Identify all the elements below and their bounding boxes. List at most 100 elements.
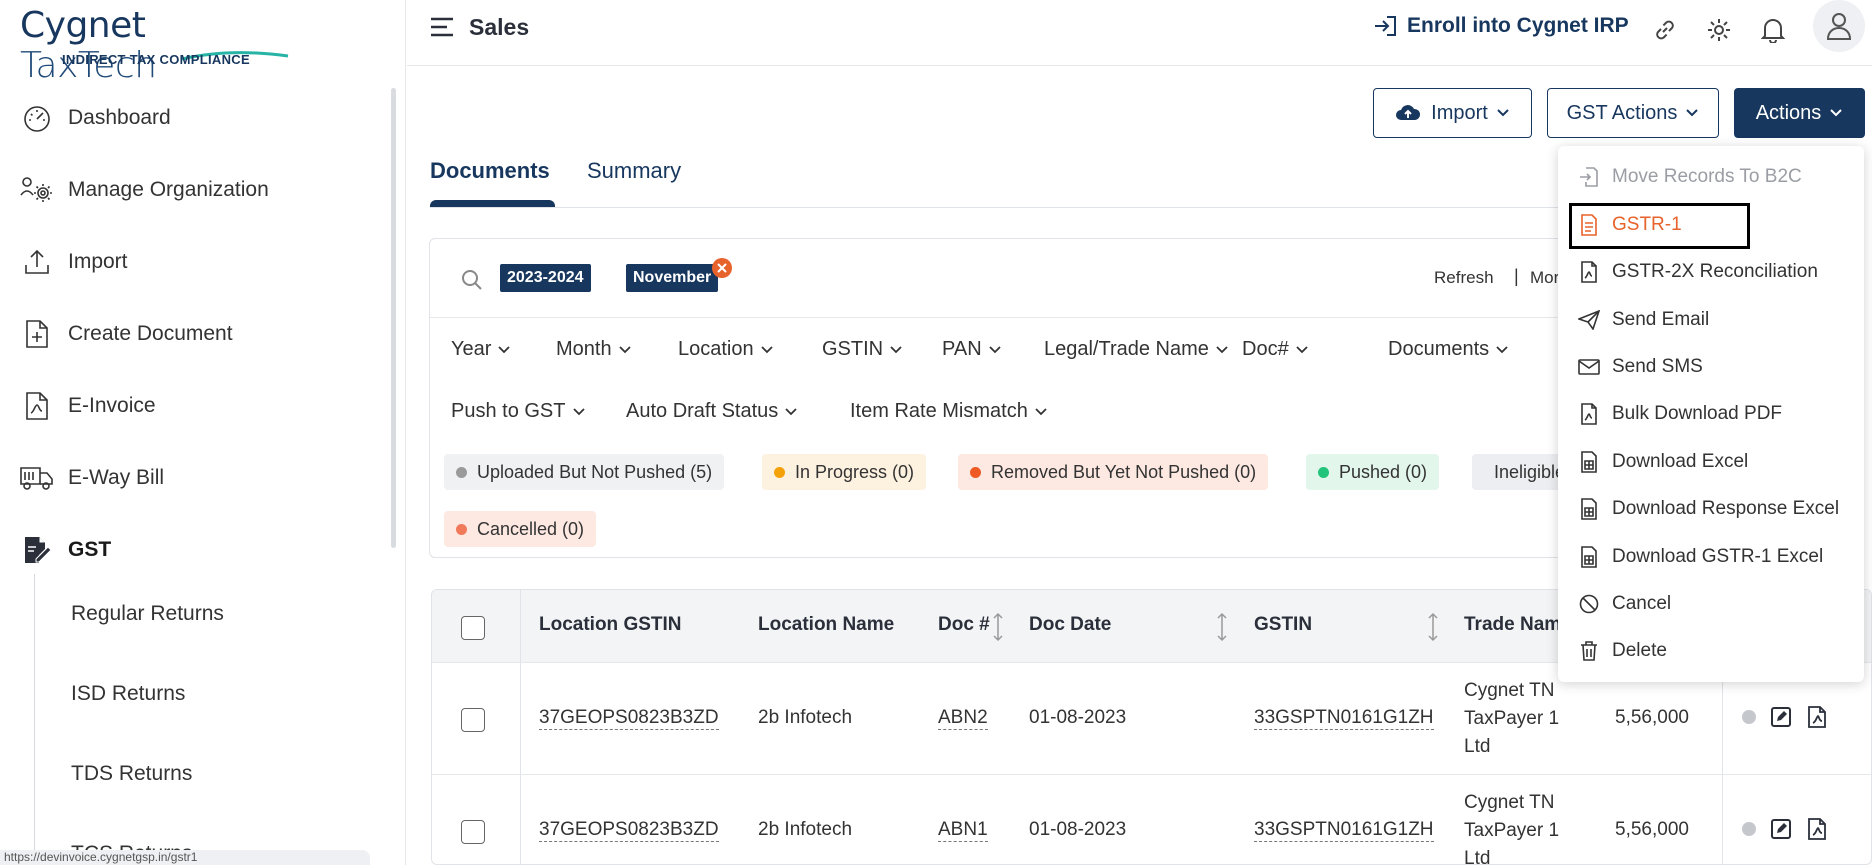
sidebar-item-label: Dashboard bbox=[68, 106, 171, 129]
menu-item-send-sms[interactable]: Send SMS bbox=[1578, 347, 1703, 387]
filter-dropdown-month[interactable]: Month bbox=[556, 338, 632, 361]
gear-icon[interactable] bbox=[1701, 12, 1737, 48]
sidebar-item-e-way-bill[interactable]: E-Way Bill bbox=[0, 442, 392, 514]
remove-chip-close-icon[interactable] bbox=[712, 258, 732, 278]
link-icon[interactable] bbox=[1647, 12, 1683, 48]
pdf-icon[interactable] bbox=[1806, 817, 1828, 841]
status-dot-icon bbox=[1742, 710, 1756, 724]
filter-dropdown-gstin[interactable]: GSTIN bbox=[822, 338, 903, 361]
status-pill-cancelled[interactable]: Cancelled (0) bbox=[444, 511, 597, 547]
sidebar-item-label: Create Document bbox=[68, 322, 233, 345]
sidebar-item-e-invoice[interactable]: E-Invoice bbox=[0, 370, 392, 442]
actions-button[interactable]: Actions bbox=[1734, 88, 1865, 138]
tab-summary[interactable]: Summary bbox=[587, 158, 681, 184]
status-pill-uploaded[interactable]: Uploaded But Not Pushed (5) bbox=[444, 454, 725, 490]
sidebar-subitem-regular-returns[interactable]: Regular Returns bbox=[35, 574, 224, 654]
filter-dropdown-item-rate-mismatch[interactable]: Item Rate Mismatch bbox=[850, 400, 1048, 423]
bell-icon[interactable] bbox=[1755, 12, 1791, 48]
enroll-irp-link[interactable]: Enroll into Cygnet IRP bbox=[1373, 14, 1629, 38]
sidebar-item-manage-organization[interactable]: Manage Organization bbox=[0, 154, 392, 226]
menu-item-bulk-download-pdf[interactable]: Bulk Download PDF bbox=[1578, 394, 1782, 434]
chevron-down-icon bbox=[1686, 109, 1699, 117]
menu-item-label: Download GSTR-1 Excel bbox=[1612, 546, 1824, 567]
sort-arrows-icon[interactable] bbox=[992, 612, 1004, 642]
cell-doc-date: 01-08-2023 bbox=[1029, 819, 1127, 840]
sidebar-scrollbar[interactable] bbox=[391, 88, 396, 548]
row-actions bbox=[1742, 705, 1842, 729]
menu-item-send-email[interactable]: Send Email bbox=[1578, 300, 1709, 340]
sidebar-item-dashboard[interactable]: Dashboard bbox=[0, 82, 392, 154]
status-pill-pushed[interactable]: Pushed (0) bbox=[1306, 454, 1440, 490]
filter-dropdown-pan[interactable]: PAN bbox=[942, 338, 1002, 361]
chevron-down-icon bbox=[1035, 407, 1047, 415]
filter-chip-month[interactable]: November bbox=[626, 264, 719, 292]
filter-dropdown-auto-draft-status[interactable]: Auto Draft Status bbox=[626, 400, 798, 423]
cell-location-gstin[interactable]: 37GEOPS0823B3ZD bbox=[539, 819, 719, 842]
column-header-doc-date[interactable]: Doc Date bbox=[1029, 614, 1111, 636]
sidebar-nav: Dashboard Manage Organization Import Cre… bbox=[0, 82, 392, 586]
cygnet-taxtech-logo[interactable]: Cygnet TaxTech INDIRECT TAX COMPLIANCE bbox=[20, 6, 289, 86]
edit-icon[interactable] bbox=[1770, 706, 1792, 728]
more-link[interactable]: More bbox=[1530, 268, 1560, 288]
import-button[interactable]: Import bbox=[1373, 88, 1532, 138]
trash-icon bbox=[1578, 640, 1600, 662]
filter-chip-year[interactable]: 2023-2024 bbox=[500, 264, 591, 292]
column-header-location-name[interactable]: Location Name bbox=[758, 614, 894, 636]
column-header-gstin[interactable]: GSTIN bbox=[1254, 614, 1312, 636]
gst-actions-button[interactable]: GST Actions bbox=[1547, 88, 1719, 138]
menu-item-label: Send SMS bbox=[1612, 356, 1703, 377]
filter-dropdown-legal-trade-name[interactable]: Legal/Trade Name bbox=[1044, 338, 1229, 361]
row-checkbox[interactable] bbox=[461, 820, 485, 844]
select-all-checkbox[interactable] bbox=[461, 616, 485, 640]
chevron-down-icon bbox=[989, 345, 1001, 353]
sort-arrows-icon[interactable] bbox=[1427, 612, 1439, 642]
filter-dropdown-documents[interactable]: Documents bbox=[1388, 338, 1509, 361]
sidebar-subitem-tds-returns[interactable]: TDS Returns bbox=[35, 734, 224, 814]
chevron-down-icon bbox=[1830, 109, 1843, 117]
status-dot-icon bbox=[1742, 822, 1756, 836]
sidebar-item-create-document[interactable]: Create Document bbox=[0, 298, 392, 370]
filter-dropdown-location[interactable]: Location bbox=[678, 338, 774, 361]
filter-dropdown-year[interactable]: Year bbox=[451, 338, 511, 361]
status-pill-ineligible[interactable]: Ineligible (0) bbox=[1472, 454, 1562, 490]
status-pill-label: Ineligible (0) bbox=[1494, 461, 1562, 482]
invoice-icon bbox=[20, 389, 54, 423]
column-header-doc-number[interactable]: Doc # bbox=[938, 614, 990, 636]
hamburger-menu-icon[interactable] bbox=[429, 16, 455, 38]
cell-gstin[interactable]: 33GSPTN0161G1ZH bbox=[1254, 819, 1434, 842]
cell-doc-number[interactable]: ABN1 bbox=[938, 819, 988, 842]
status-pill-in-progress[interactable]: In Progress (0) bbox=[762, 454, 927, 490]
sidebar-item-import[interactable]: Import bbox=[0, 226, 392, 298]
menu-item-delete[interactable]: Delete bbox=[1578, 631, 1667, 671]
sort-arrows-icon[interactable] bbox=[1216, 612, 1228, 642]
status-pill-removed[interactable]: Removed But Yet Not Pushed (0) bbox=[958, 454, 1269, 490]
search-icon[interactable] bbox=[460, 268, 484, 292]
cell-doc-number[interactable]: ABN2 bbox=[938, 707, 988, 730]
filter-dropdown-doc-number[interactable]: Doc# bbox=[1242, 338, 1309, 361]
tab-documents[interactable]: Documents bbox=[430, 158, 550, 184]
cell-gstin[interactable]: 33GSPTN0161G1ZH bbox=[1254, 707, 1434, 730]
menu-item-cancel[interactable]: Cancel bbox=[1578, 584, 1671, 624]
column-header-trade-name[interactable]: Trade Name bbox=[1464, 614, 1572, 636]
user-icon bbox=[1826, 13, 1852, 40]
menu-item-move-records-to-b2c[interactable]: Move Records To B2C bbox=[1578, 157, 1802, 197]
menu-item-download-response-excel[interactable]: Download Response Excel bbox=[1578, 489, 1839, 529]
status-pill-label: Removed But Yet Not Pushed (0) bbox=[991, 461, 1257, 482]
menu-item-download-excel[interactable]: Download Excel bbox=[1578, 442, 1748, 482]
menu-item-gstr-2x-reconciliation[interactable]: GSTR-2X Reconciliation bbox=[1578, 252, 1818, 292]
table-row[interactable]: 37GEOPS0823B3ZD 2b Infotech ABN1 01-08-2… bbox=[432, 774, 1871, 864]
dropdown-label: GSTIN bbox=[822, 338, 884, 360]
column-header-location-gstin[interactable]: Location GSTIN bbox=[539, 614, 682, 636]
sidebar-subitem-isd-returns[interactable]: ISD Returns bbox=[35, 654, 224, 734]
envelope-icon bbox=[1578, 356, 1600, 378]
menu-item-download-gstr-1-excel[interactable]: Download GSTR-1 Excel bbox=[1578, 537, 1823, 577]
cell-location-gstin[interactable]: 37GEOPS0823B3ZD bbox=[539, 707, 719, 730]
edit-icon[interactable] bbox=[1770, 818, 1792, 840]
refresh-link[interactable]: Refresh bbox=[1434, 268, 1494, 288]
filter-dropdown-push-to-gst[interactable]: Push to GST bbox=[451, 400, 586, 423]
pdf-icon[interactable] bbox=[1806, 705, 1828, 729]
organization-gears-icon bbox=[20, 173, 54, 207]
user-avatar[interactable] bbox=[1813, 0, 1865, 52]
menu-item-label: Download Excel bbox=[1612, 451, 1749, 472]
row-checkbox[interactable] bbox=[461, 708, 485, 732]
